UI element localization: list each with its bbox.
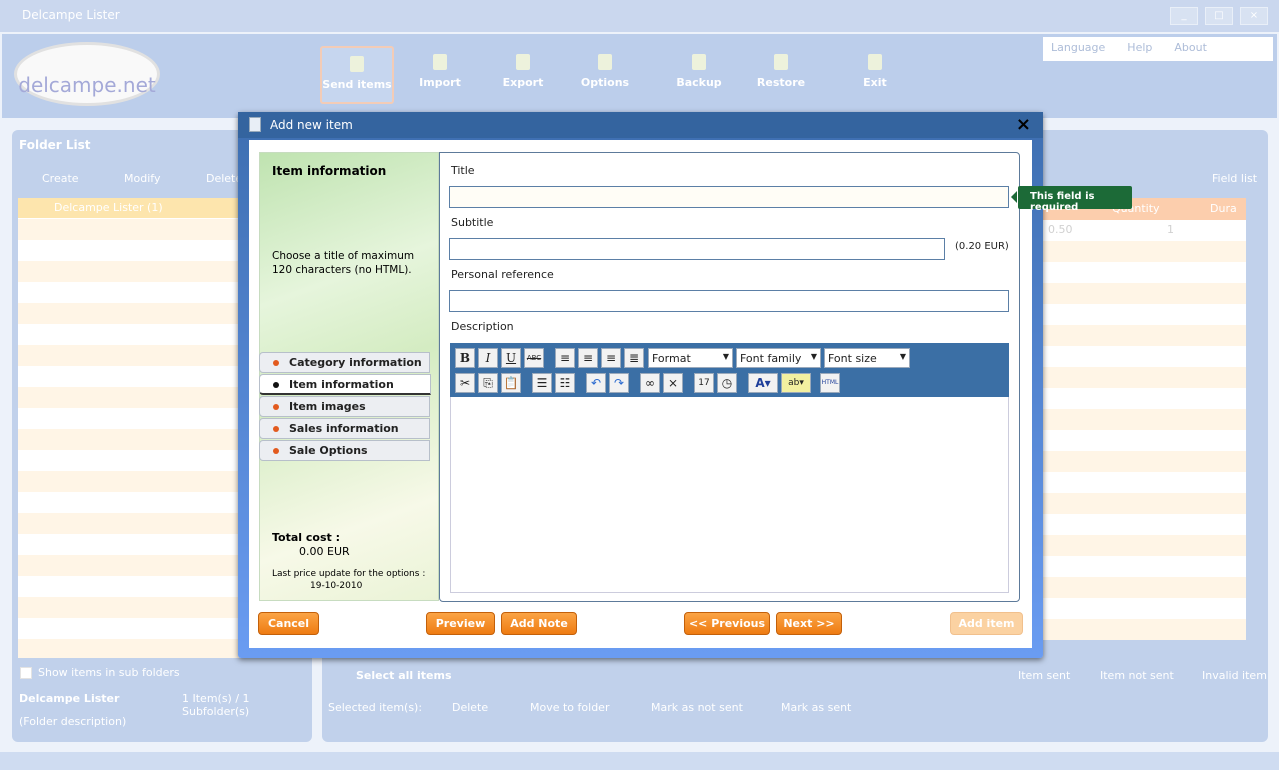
dialog-title: Add new item <box>270 118 353 132</box>
reference-input[interactable] <box>449 290 1009 312</box>
unlink-icon[interactable]: ⨯ <box>663 373 683 393</box>
html-source-icon[interactable]: HTML <box>820 373 840 393</box>
highlight-color-icon[interactable]: ab▾ <box>781 373 811 393</box>
text-color-icon[interactable]: A▾ <box>748 373 778 393</box>
align-right-icon[interactable]: ≡ <box>601 348 621 368</box>
total-cost-value: 0.00 EUR <box>299 545 350 558</box>
paste-icon[interactable]: 📋 <box>501 373 521 393</box>
document-add-icon <box>249 117 261 132</box>
title-input[interactable] <box>449 186 1009 208</box>
description-editor[interactable] <box>450 397 1009 593</box>
previous-button[interactable]: << Previous <box>684 612 770 635</box>
strikethrough-icon[interactable]: ABC <box>524 348 544 368</box>
required-field-tooltip: This field is required <box>1011 186 1132 213</box>
cut-icon[interactable]: ✂ <box>455 373 475 393</box>
align-left-icon[interactable]: ≡ <box>555 348 575 368</box>
price-update-label: Last price update for the options : <box>272 569 426 579</box>
align-center-icon[interactable]: ≡ <box>578 348 598 368</box>
undo-icon[interactable]: ↶ <box>586 373 606 393</box>
chevron-down-icon: ▼ <box>810 352 817 361</box>
numbered-list-icon[interactable]: ☷ <box>555 373 575 393</box>
subtitle-input[interactable] <box>449 238 945 260</box>
next-button[interactable]: Next >> <box>776 612 842 635</box>
dialog-close-button[interactable]: × <box>1016 114 1031 135</box>
dialog-titlebar: Add new item × <box>238 112 1043 138</box>
subtitle-label: Subtitle <box>451 216 494 229</box>
price-update-date: 19-10-2010 <box>310 581 363 591</box>
tab-sale-options[interactable]: Sale Options <box>259 440 430 461</box>
add-item-button[interactable]: Add item <box>950 612 1023 635</box>
bullet-icon <box>273 426 279 432</box>
bullet-icon <box>273 448 279 454</box>
bullet-icon <box>273 382 279 388</box>
tab-item-information[interactable]: Item information <box>259 374 431 395</box>
subtitle-cost: (0.20 EUR) <box>955 241 1009 252</box>
bullet-icon <box>273 404 279 410</box>
side-heading: Item information <box>272 164 387 178</box>
total-cost-label: Total cost : <box>272 531 340 544</box>
tab-category-information[interactable]: Category information <box>259 352 430 373</box>
editor-toolbar: B I U ABC ≡ ≡ ≡ ≣ Format ▼ Font family ▼ F… <box>450 343 1009 397</box>
reference-label: Personal reference <box>451 268 554 281</box>
side-hint: Choose a title of maximum 120 characters… <box>272 250 415 276</box>
chevron-down-icon: ▼ <box>722 352 729 361</box>
tab-sales-information[interactable]: Sales information <box>259 418 430 439</box>
bullet-icon <box>273 360 279 366</box>
underline-icon[interactable]: U <box>501 348 521 368</box>
cancel-button[interactable]: Cancel <box>258 612 319 635</box>
link-icon[interactable]: ∞ <box>640 373 660 393</box>
italic-icon[interactable]: I <box>478 348 498 368</box>
font-size-select[interactable]: Font size ▼ <box>824 348 910 368</box>
bold-icon[interactable]: B <box>455 348 475 368</box>
insert-date-icon[interactable]: 17 <box>694 373 714 393</box>
dialog-body: Item information Choose a title of maxim… <box>249 140 1032 648</box>
item-form: Title Subtitle (0.20 EUR) Personal refer… <box>439 152 1020 602</box>
title-label: Title <box>451 164 475 177</box>
chevron-down-icon: ▼ <box>899 352 906 361</box>
add-item-dialog: Add new item × Item information Choose a… <box>238 112 1043 658</box>
add-note-button[interactable]: Add Note <box>501 612 577 635</box>
bullet-list-icon[interactable]: ☰ <box>532 373 552 393</box>
description-label: Description <box>451 320 514 333</box>
tab-item-images[interactable]: Item images <box>259 396 430 417</box>
format-select[interactable]: Format ▼ <box>648 348 733 368</box>
justify-icon[interactable]: ≣ <box>624 348 644 368</box>
insert-time-icon[interactable]: ◷ <box>717 373 737 393</box>
copy-icon[interactable]: ⎘ <box>478 373 498 393</box>
font-family-select[interactable]: Font family ▼ <box>736 348 821 368</box>
redo-icon[interactable]: ↷ <box>609 373 629 393</box>
preview-button[interactable]: Preview <box>426 612 495 635</box>
